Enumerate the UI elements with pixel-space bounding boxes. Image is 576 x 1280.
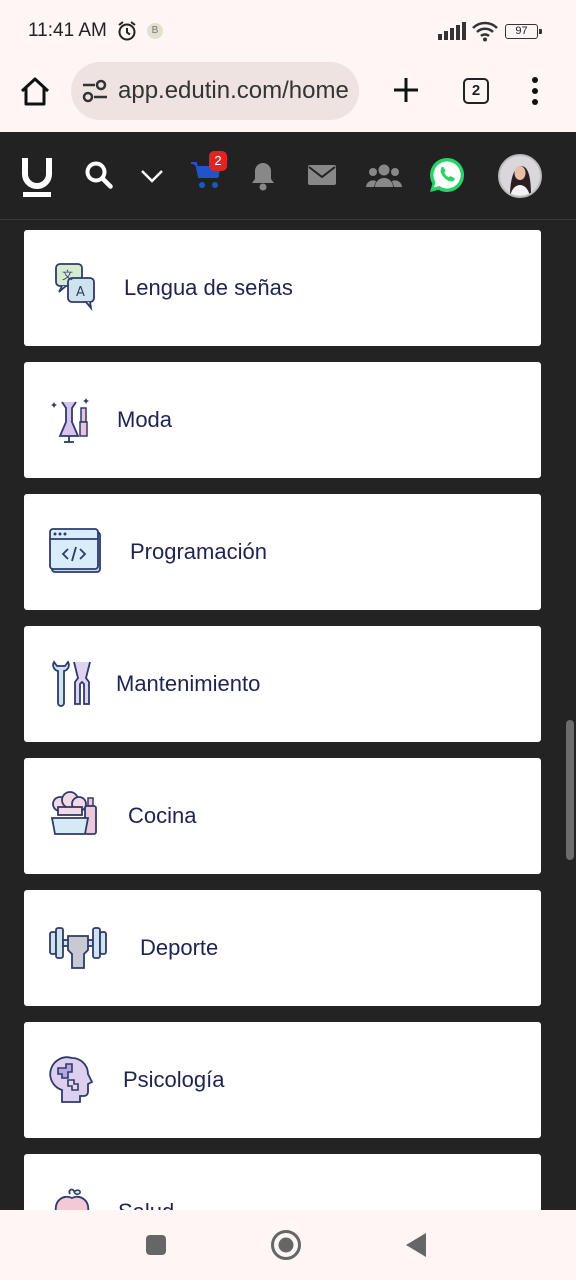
category-card-programacion[interactable]: Programación: [24, 494, 541, 610]
health-icon: [48, 1186, 102, 1210]
category-list: 文A Lengua de señas Moda Programación Man…: [0, 220, 576, 1210]
back-icon[interactable]: [404, 1232, 428, 1262]
chevron-down-icon[interactable]: [140, 168, 164, 188]
plus-icon[interactable]: [390, 74, 422, 106]
psychology-icon: [48, 1054, 102, 1106]
signal-icon: [438, 22, 466, 44]
category-label: Moda: [117, 407, 173, 432]
category-card-salud[interactable]: Salud: [24, 1154, 541, 1210]
category-label: Psicología: [123, 1067, 225, 1092]
category-label: Mantenimiento: [116, 671, 261, 696]
category-card-moda[interactable]: Moda: [24, 362, 541, 478]
mail-icon[interactable]: [307, 163, 337, 191]
scrollbar[interactable]: [566, 720, 574, 860]
search-icon[interactable]: [84, 160, 114, 194]
wifi-icon: [472, 20, 498, 46]
system-nav-bar: [0, 1210, 576, 1280]
recents-icon[interactable]: [145, 1234, 167, 1260]
tab-switcher-icon[interactable]: 2: [463, 78, 489, 104]
home-circle-icon[interactable]: [270, 1229, 302, 1265]
svg-text:A: A: [76, 285, 85, 300]
category-label: Deporte: [140, 935, 219, 960]
address-bar[interactable]: app.edutin.com/home: [71, 62, 359, 120]
browser-toolbar: app.edutin.com/home 2: [0, 62, 576, 132]
category-label: Salud: [118, 1199, 174, 1210]
category-label: Cocina: [128, 803, 197, 828]
category-card-mantenimiento[interactable]: Mantenimiento: [24, 626, 541, 742]
more-vert-icon[interactable]: [522, 74, 548, 108]
fashion-icon: [48, 394, 102, 446]
category-card-deporte[interactable]: Deporte: [24, 890, 541, 1006]
avatar[interactable]: [498, 154, 542, 198]
programming-icon: [48, 526, 102, 578]
category-label: Lengua de señas: [124, 275, 293, 300]
bell-icon[interactable]: [250, 160, 276, 196]
home-icon[interactable]: [17, 74, 53, 110]
dumbbell-icon: [48, 922, 107, 974]
sign-language-icon: 文A: [48, 262, 102, 314]
url-text[interactable]: app.edutin.com/home: [118, 77, 350, 105]
cart-count-badge: 2: [209, 151, 227, 171]
whatsapp-icon[interactable]: [428, 156, 466, 198]
svg-text:文: 文: [62, 268, 73, 282]
app-header: 2: [0, 132, 576, 220]
status-bar: 11:41 AM B 97: [0, 0, 576, 62]
category-card-psicologia[interactable]: Psicología: [24, 1022, 541, 1138]
category-card-cocina[interactable]: Cocina: [24, 758, 541, 874]
edutin-logo[interactable]: [20, 154, 54, 200]
site-info-icon[interactable]: [81, 79, 109, 107]
category-card-lengua-de-senas[interactable]: 文A Lengua de señas: [24, 230, 541, 346]
users-icon[interactable]: [366, 163, 402, 193]
battery-icon: 97: [505, 24, 542, 39]
cooking-icon: [48, 790, 102, 842]
notification-b-badge: B: [147, 23, 163, 39]
status-time: 11:41 AM: [28, 20, 107, 41]
tools-icon: [48, 658, 102, 710]
alarm-icon: [116, 20, 138, 46]
category-label: Programación: [130, 539, 267, 564]
